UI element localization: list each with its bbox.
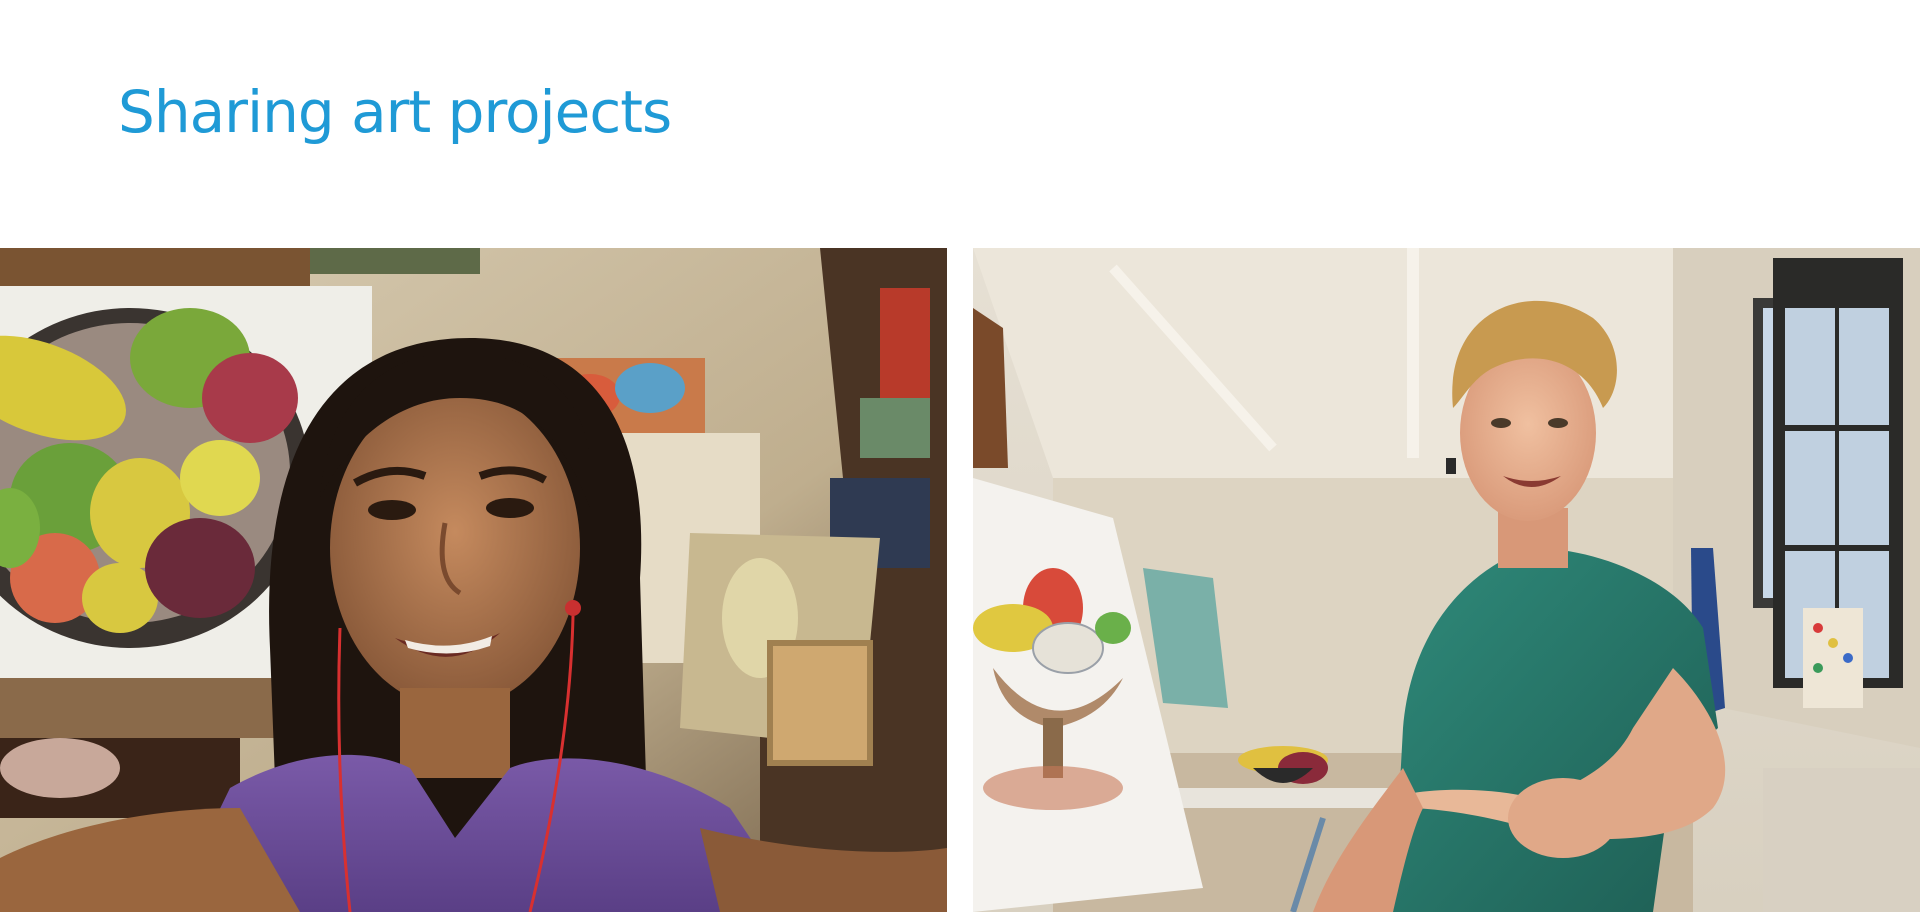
slide: Sharing art projects	[0, 0, 1920, 912]
photo-girl-art-studio	[0, 248, 947, 912]
photo-boy-illustration	[973, 248, 1920, 912]
photo-girl-illustration	[0, 248, 947, 912]
photo-boy-art-classroom	[973, 248, 1920, 912]
slide-title: Sharing art projects	[118, 78, 672, 146]
